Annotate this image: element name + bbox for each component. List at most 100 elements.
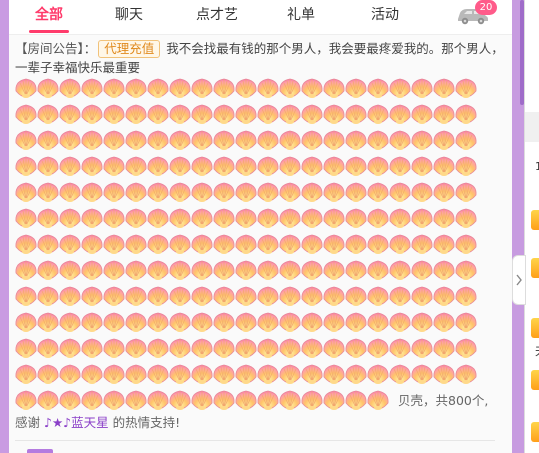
seashell-icon (367, 156, 389, 177)
rank-badge-icon (531, 370, 539, 390)
seashell-icon (279, 130, 301, 151)
seashell-icon (147, 104, 169, 125)
seashell-icon (213, 338, 235, 359)
tab-chat[interactable]: 聊天 (107, 0, 151, 34)
seashell-icon (147, 78, 169, 99)
seashell-icon (323, 390, 345, 411)
seashell-icon (147, 338, 169, 359)
seashell-icon (235, 208, 257, 229)
seashell-icon (191, 104, 213, 125)
seashell-icon (279, 312, 301, 333)
seashell-icon (433, 364, 455, 385)
seashell-icon (389, 234, 411, 255)
seashell-icon (213, 156, 235, 177)
seashell-icon (147, 130, 169, 151)
seashell-icon (433, 104, 455, 125)
seashell-icon (367, 364, 389, 385)
seashell-icon (81, 208, 103, 229)
tab-gift-list[interactable]: 礼单 (279, 0, 323, 34)
seashell-icon (257, 364, 279, 385)
seashell-icon (81, 390, 103, 411)
seashell-icon (213, 312, 235, 333)
seashell-icon (455, 130, 477, 151)
seashell-icon (81, 234, 103, 255)
seashell-icon (169, 260, 191, 281)
seashell-icon (455, 156, 477, 177)
seashell-icon (257, 130, 279, 151)
seashell-icon (103, 182, 125, 203)
seashell-icon (455, 312, 477, 333)
seashell-icon (59, 130, 81, 151)
seashell-icon-grid (15, 78, 477, 411)
seashell-icon (279, 390, 301, 411)
seashell-icon (103, 130, 125, 151)
tab-talent[interactable]: 点才艺 (191, 0, 243, 34)
seashell-icon (455, 260, 477, 281)
seashell-icon (257, 156, 279, 177)
seashell-icon (279, 260, 301, 281)
seashell-icon (411, 286, 433, 307)
seashell-icon (367, 286, 389, 307)
seashell-icon (213, 182, 235, 203)
tab-activity[interactable]: 活动 (363, 0, 407, 34)
seashell-icon (345, 338, 367, 359)
room-notice: 【房间公告】： 代理充值 我不会找最有钱的那个男人，我会要最疼爱我的。那个男人，一… (15, 39, 505, 77)
seashell-icon (37, 78, 59, 99)
seashell-icon (279, 156, 301, 177)
seashell-icon (367, 234, 389, 255)
seashell-icon (367, 390, 389, 411)
seashell-icon (433, 130, 455, 151)
seashell-icon (411, 234, 433, 255)
seashell-icon (367, 104, 389, 125)
seashell-icon (257, 234, 279, 255)
seashell-icon (345, 208, 367, 229)
seashell-icon (235, 182, 257, 203)
seashell-icon (279, 104, 301, 125)
seashell-icon (323, 208, 345, 229)
rank-badge-icon (531, 210, 539, 230)
seashell-icon (433, 286, 455, 307)
seashell-icon (411, 312, 433, 333)
seashell-icon (81, 286, 103, 307)
seashell-icon (147, 312, 169, 333)
seashell-icon (37, 364, 59, 385)
agent-recharge-button[interactable]: 代理充值 (98, 40, 161, 58)
seashell-icon (59, 286, 81, 307)
seashell-icon (213, 364, 235, 385)
sender-username[interactable]: ♪★♪蓝天星 (44, 415, 109, 430)
seashell-icon (257, 182, 279, 203)
seashell-icon (125, 364, 147, 385)
seashell-icon (169, 78, 191, 99)
seashell-icon (59, 390, 81, 411)
seashell-icon (59, 338, 81, 359)
right-panel-header (525, 0, 539, 105)
gift-summary: 贝壳，共800个, (398, 393, 489, 408)
seashell-icon (81, 78, 103, 99)
right-panel-digit: 1 (535, 160, 539, 173)
seashell-icon (455, 364, 477, 385)
seashell-icon (433, 312, 455, 333)
seashell-icon (147, 208, 169, 229)
seashell-icon (81, 156, 103, 177)
seashell-icon (191, 182, 213, 203)
seashell-icon (15, 234, 37, 255)
thanks-suffix: 的热情支持! (112, 415, 181, 430)
seashell-icon (103, 286, 125, 307)
seashell-icon (125, 312, 147, 333)
seashell-icon (279, 286, 301, 307)
rank-badge-icon (531, 318, 539, 338)
tab-all[interactable]: 全部 (27, 0, 71, 34)
right-side-panel: 1 天 (524, 0, 539, 453)
seashell-icon (301, 312, 323, 333)
seashell-icon (15, 338, 37, 359)
chat-panel: 全部 聊天 点才艺 礼单 活动 20 【房间公告】： 代理充值 我不会找最有钱的那… (9, 0, 512, 453)
seashell-icon (191, 130, 213, 151)
seashell-icon (433, 156, 455, 177)
collapse-panel-button[interactable] (512, 255, 526, 305)
message-divider (15, 440, 495, 441)
seashell-icon (37, 234, 59, 255)
seashell-icon (37, 390, 59, 411)
seashell-icon (345, 390, 367, 411)
seashell-icon (81, 312, 103, 333)
thanks-prefix: 感谢 (15, 415, 41, 430)
